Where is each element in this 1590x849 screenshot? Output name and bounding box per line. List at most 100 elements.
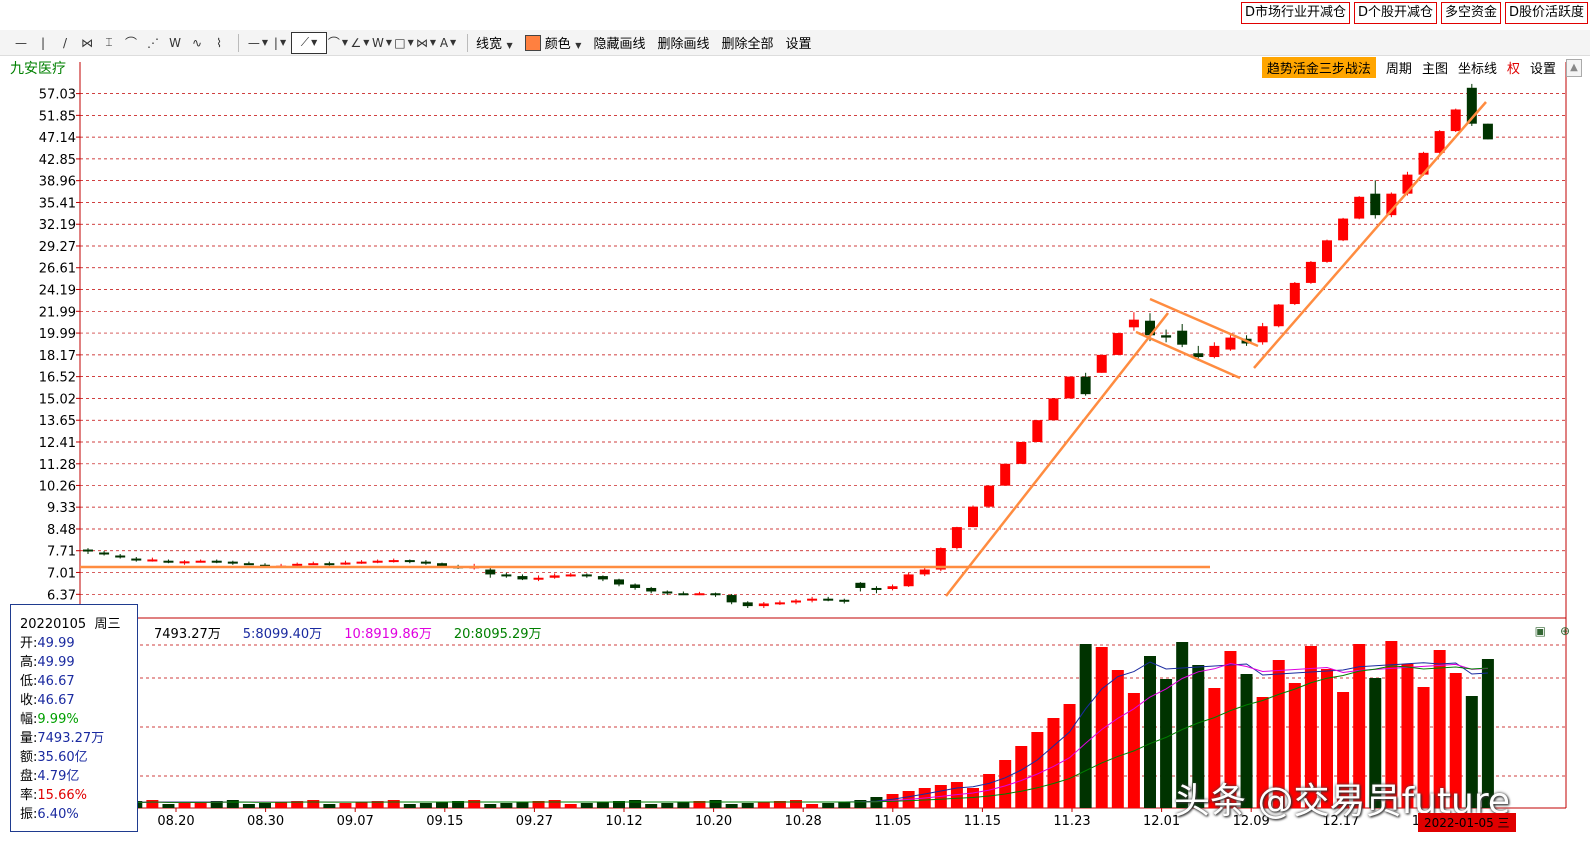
candle-body: [1354, 196, 1365, 219]
vertical-style-dropdown-icon[interactable]: | ▼: [269, 32, 291, 54]
long-short-fund-button[interactable]: 多空资金: [1440, 2, 1501, 24]
info-float: 4.79亿: [37, 769, 80, 784]
line-style-dropdown-icon[interactable]: — ▼: [247, 32, 269, 54]
candle-body: [1225, 337, 1236, 350]
info-amplitude-row: 振:6.40%: [20, 807, 79, 822]
candle-body: [694, 593, 705, 596]
volume-panel-icons: ▣ ⊕: [1535, 624, 1570, 638]
volume-bar: [484, 804, 497, 808]
candle-body: [1177, 330, 1188, 345]
hide-drawings-button[interactable]: 隐藏画线: [593, 33, 645, 52]
volume-bar: [162, 804, 175, 808]
fibonacci-tool-icon[interactable]: ⋈: [76, 32, 98, 54]
volume-bar: [629, 800, 642, 808]
info-close: 46.67: [37, 693, 75, 708]
wave-tool-icon[interactable]: ∿: [186, 32, 208, 54]
candle-body: [1016, 441, 1027, 464]
ray-line-tool-icon[interactable]: ⟋ ▼: [291, 31, 327, 54]
volume-bar: [757, 802, 770, 808]
candle-body: [1048, 398, 1059, 421]
volume-bar: [1015, 746, 1028, 808]
volume-bar: [436, 802, 448, 808]
price-axis-label: 32.19: [39, 218, 76, 233]
price-axis-label: 42.85: [39, 153, 76, 168]
strategy-button[interactable]: 趋势活金三步战法: [1261, 57, 1376, 78]
price-axis-label: 51.85: [39, 109, 76, 124]
date-axis-label: 11.23: [1053, 814, 1090, 829]
candle-body: [324, 563, 335, 566]
volume-bar: [307, 800, 320, 808]
price-axis-label: 57.03: [39, 88, 76, 103]
delete-all-button[interactable]: 删除全部: [721, 33, 773, 52]
rectangle-channel-tool-icon[interactable]: ⌶: [98, 32, 120, 54]
price-axis-label: 7.01: [47, 566, 76, 581]
toolbar-separator: [467, 33, 468, 52]
price-axis-label: 24.19: [39, 284, 76, 299]
volume-bar: [870, 797, 883, 808]
text-tool-icon[interactable]: A ▼: [437, 32, 459, 54]
price-axis-label: 6.37: [47, 588, 76, 603]
date-axis-label: 09.27: [516, 814, 553, 829]
candle-body: [1370, 193, 1381, 216]
volume-settings-icon[interactable]: ▣: [1535, 624, 1546, 638]
rights-button[interactable]: 权: [1507, 58, 1520, 77]
volume-bar: [1111, 670, 1124, 808]
diagonal-line-tool-icon[interactable]: /: [54, 32, 76, 54]
wave-w-tool-icon[interactable]: W: [164, 32, 186, 54]
volume-bar: [1160, 679, 1173, 808]
angle-dropdown-icon[interactable]: ∠ ▼: [349, 32, 371, 54]
volume-bar: [194, 802, 207, 808]
candle-body: [372, 560, 383, 563]
scroll-up-icon[interactable]: ▲: [1566, 58, 1582, 77]
price-axis-label: 21.99: [39, 305, 76, 320]
arc-tool-icon[interactable]: ⌒: [120, 32, 142, 54]
curve-dropdown-icon[interactable]: ⌒ ▼: [327, 32, 349, 54]
volume-bar: [838, 802, 851, 808]
date-axis-label: 09.15: [426, 814, 463, 829]
line-width-dropdown[interactable]: 线宽 ▼: [476, 33, 513, 52]
candle-body: [1338, 218, 1349, 241]
kline-chart[interactable]: 57.03 51.85 47.14 42.85 38.96 35.41 32.19 29.27…: [0, 0, 1590, 849]
candle-body: [533, 577, 544, 580]
candle-body: [388, 560, 399, 563]
main-chart-button[interactable]: 主图: [1422, 58, 1448, 77]
box-dropdown-icon[interactable]: □ ▼: [393, 32, 415, 54]
zigzag-tool-icon[interactable]: ⌇: [208, 32, 230, 54]
price-axis-label: 13.65: [39, 414, 76, 429]
volume-bar: [500, 803, 513, 808]
candle-body: [115, 555, 126, 558]
info-volume-row: 量:7493.27万: [20, 731, 105, 746]
date-axis-label: 09.07: [337, 814, 374, 829]
trend-drawings[interactable]: [80, 101, 1487, 597]
market-industry-button[interactable]: D市场行业开减仓: [1240, 2, 1350, 24]
gann-dropdown-icon[interactable]: ⋈ ▼: [415, 32, 437, 54]
color-swatch: [524, 35, 541, 51]
volume-bar: [709, 800, 722, 808]
stock-open-reduce-button[interactable]: D个股开减仓: [1353, 2, 1437, 24]
volume-bar: [1063, 704, 1076, 808]
chart-settings-button[interactable]: 设置: [1530, 58, 1556, 77]
price-activity-button[interactable]: D股价活跃度: [1504, 2, 1588, 24]
toolbar-settings-button[interactable]: 设置: [785, 33, 811, 52]
quote-info-panel: 20220105 周三 开:49.99 高:49.99 低:46.67 收:46…: [10, 604, 138, 832]
period-button[interactable]: 周期: [1386, 58, 1412, 77]
volume-zoom-icon[interactable]: ⊕: [1560, 624, 1570, 638]
volume-bar: [1095, 647, 1108, 808]
volume-value: 7493.27万: [154, 627, 221, 642]
candle-body: [131, 558, 142, 561]
w-dropdown-icon[interactable]: W ▼: [371, 32, 393, 54]
vertical-line-tool-icon[interactable]: |: [32, 32, 54, 54]
color-dropdown[interactable]: 颜色 ▼: [524, 33, 581, 52]
price-axis-label: 29.27: [39, 240, 76, 255]
candlesticks: [83, 83, 1493, 608]
axis-button[interactable]: 坐标线: [1458, 58, 1497, 77]
volume-bar: [741, 803, 754, 808]
info-amount-row: 额:35.60亿: [20, 750, 88, 765]
fan-tool-icon[interactable]: ⋰: [142, 32, 164, 54]
delete-drawing-button[interactable]: 删除画线: [657, 33, 709, 52]
price-axis-label: 38.96: [39, 175, 76, 190]
price-axis-label: 18.17: [39, 349, 76, 364]
volume-bar: [661, 803, 674, 808]
volume-bar: [790, 800, 802, 808]
horizontal-line-tool-icon[interactable]: —: [10, 32, 32, 54]
